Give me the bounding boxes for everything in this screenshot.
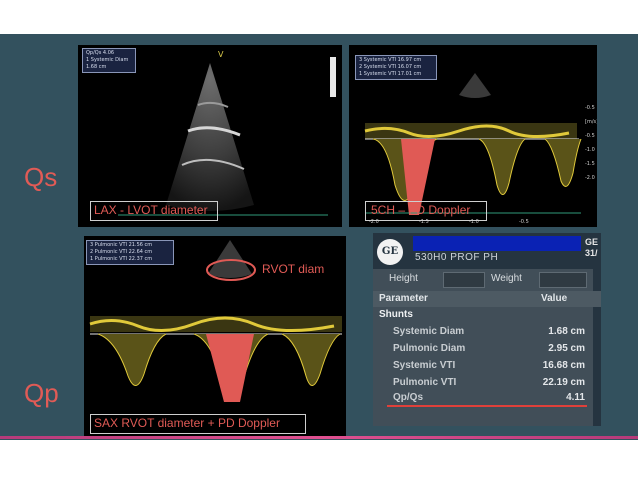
- scale-tick: -1.5: [585, 161, 595, 167]
- slide-accent-line: [0, 436, 638, 439]
- parameter-column-header: Parameter: [379, 293, 428, 304]
- lax-echo-panel: V Qp/Qs 4.06 1 Systemic Diam 1.68 cm LAX…: [78, 45, 342, 227]
- lax-measurement-line: 1 Systemic Diam 1.68 cm: [86, 57, 129, 70]
- lax-measurement-box: Qp/Qs 4.06 1 Systemic Diam 1.68 cm: [82, 48, 136, 73]
- 5ch-doppler-panel: -0.5 [m/s] -0.5 -1.0 -1.5 -2.0 -2.0 -1.5…: [349, 45, 597, 227]
- sax-measurement-box: 3 Pulmonic VTI 21.56 cm 2 Pulmonic VTI 2…: [86, 240, 174, 265]
- value-column-header: Value: [541, 293, 568, 304]
- ge-corner-line: 31/: [585, 248, 598, 258]
- table-row: Systemic Diam 1.68 cm: [373, 323, 601, 340]
- qpqs-underline: [387, 405, 587, 407]
- lax-measurement-line: Qp/Qs 4.06: [86, 50, 115, 56]
- scale-tick: -0.5: [585, 105, 595, 111]
- scale-tick: -2.0: [585, 175, 595, 181]
- row-label: Pulmonic Diam: [393, 343, 466, 354]
- patient-id: 530H0 PROF PH: [415, 252, 499, 263]
- scale-tick: -1.0: [585, 147, 595, 153]
- shunts-section-title: Shunts: [379, 309, 413, 320]
- ge-report-header: GE 530H0 PROF PH: [373, 233, 601, 269]
- qs-label: Qs: [24, 162, 58, 192]
- ge-corner-text: GE 31/: [585, 237, 598, 259]
- slide-top-margin: [0, 0, 638, 34]
- scale-tick: [m/s]: [585, 119, 597, 125]
- height-field: [443, 272, 485, 288]
- row-label: Systemic VTI: [393, 360, 456, 371]
- table-row: Systemic VTI 16.68 cm: [373, 357, 601, 374]
- sax-doppler-panel: 3 Pulmonic VTI 21.56 cm 2 Pulmonic VTI 2…: [84, 236, 346, 436]
- sax-measurement-line: 2 Pulmonic VTI 22.64 cm: [90, 249, 153, 255]
- weight-field: [539, 272, 587, 288]
- 5ch-measurement-line: 2 Systemic VTI 16.07 cm: [359, 64, 422, 70]
- 5ch-measurement-line: 3 Systemic VTI 16.97 cm: [359, 57, 422, 63]
- height-label: Height: [389, 273, 418, 284]
- qp-label: Qp: [24, 378, 59, 408]
- 5ch-caption: 5CH – PD Doppler: [371, 203, 471, 217]
- sax-caption: SAX RVOT diameter + PD Doppler: [94, 416, 280, 430]
- row-label: Qp/Qs: [393, 392, 424, 403]
- sax-measurement-line: 3 Pulmonic VTI 21.56 cm: [90, 242, 153, 248]
- patient-name-bar: [413, 236, 581, 251]
- table-row-highlight: Qp/Qs 4.11: [373, 389, 601, 406]
- row-value: 2.95 cm: [548, 343, 585, 354]
- row-value: 1.68 cm: [548, 326, 585, 337]
- svg-text:V: V: [218, 50, 224, 59]
- 5ch-measurement-line: 1 Systemic VTI 17.01 cm: [359, 71, 422, 77]
- ge-report-panel: GE 530H0 PROF PH GE 31/ Height Weight Pa…: [373, 233, 601, 426]
- height-weight-row: Height Weight: [373, 271, 601, 289]
- 5ch-scale: -0.5 [m/s] -0.5 -1.0 -1.5 -2.0: [585, 105, 597, 189]
- time-tick: -0.5: [519, 219, 529, 225]
- 5ch-measurement-box: 3 Systemic VTI 16.97 cm 2 Systemic VTI 1…: [355, 55, 437, 80]
- ge-logo-icon: GE: [377, 239, 403, 265]
- row-label: Systemic Diam: [393, 326, 465, 337]
- scale-tick: -0.5: [585, 133, 595, 139]
- row-value: 16.68 cm: [542, 360, 585, 371]
- row-value: 4.11: [566, 392, 585, 403]
- ge-corner-line: GE: [585, 237, 599, 247]
- table-row: Pulmonic Diam 2.95 cm: [373, 340, 601, 357]
- rvot-annotation: RVOT diam: [262, 262, 325, 276]
- table-header: Parameter Value: [373, 291, 601, 307]
- sax-measurement-line: 1 Pulmonic VTI 22.37 cm: [90, 256, 153, 262]
- lax-caption: LAX - LVOT diameter: [94, 203, 208, 217]
- slide-bottom-margin: [0, 440, 638, 478]
- weight-label: Weight: [491, 273, 522, 284]
